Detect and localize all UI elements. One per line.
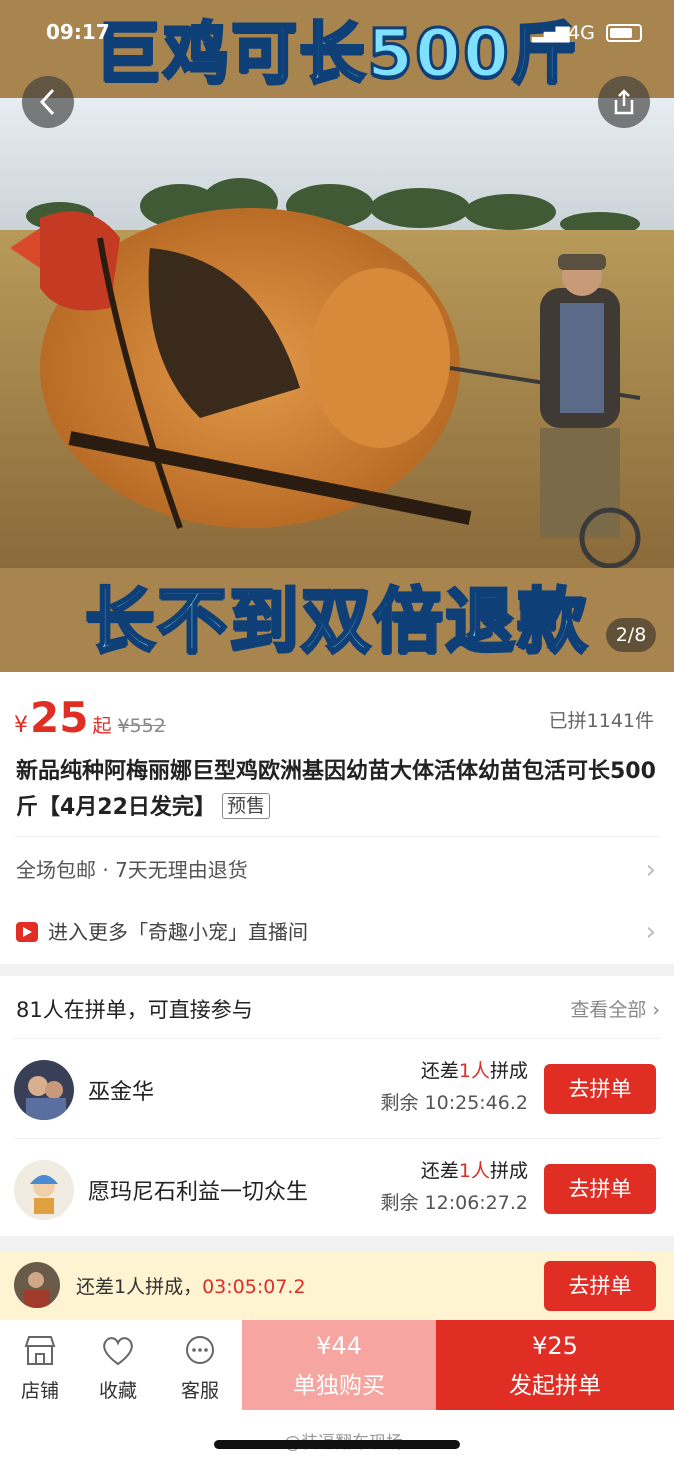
tab-label: 店铺	[20, 1380, 59, 1402]
divider	[14, 1038, 660, 1039]
tab-favorite[interactable]: 收藏	[78, 1320, 158, 1410]
group-buy-section: 81人在拼单，可直接参与 查看全部 › 巫金华 还差1人拼成 剩余 10:25:…	[0, 976, 674, 1236]
signal-icon: ▂▄▆	[532, 22, 570, 43]
chevron-right-icon: ›	[645, 855, 656, 885]
chat-icon	[186, 1336, 214, 1364]
group-price-label: ¥25	[532, 1332, 578, 1360]
bottom-action-bar: 店铺 收藏 客服 ¥44 单独购买 ¥25 发起拼单	[0, 1320, 674, 1410]
product-title: 新品纯种阿梅丽娜巨型鸡欧洲基因幼苗大体活体幼苗包活可长500斤【4月22日发完】…	[16, 754, 656, 826]
network-label: 4G	[568, 22, 595, 44]
join-group-button[interactable]: 去拼单	[544, 1064, 656, 1114]
group-row: 巫金华 还差1人拼成 剩余 10:25:46.2 去拼单	[0, 1040, 674, 1136]
product-photo	[0, 98, 674, 568]
need-count: 还差1人拼成	[421, 1056, 528, 1083]
start-group-button[interactable]: ¥25 发起拼单	[436, 1320, 674, 1410]
headline-bottom-text: 长不到双倍退款	[84, 579, 589, 664]
product-info-card: ¥ 25 起 ¥552 已拼1141件 新品纯种阿梅丽娜巨型鸡欧洲基因幼苗大体活…	[0, 672, 674, 964]
promo-message: 还差1人拼成，03:05:07.2	[76, 1272, 306, 1299]
share-button[interactable]	[598, 76, 650, 128]
tab-service[interactable]: 客服	[160, 1320, 240, 1410]
avatar	[14, 1160, 74, 1220]
tab-label: 客服	[180, 1380, 219, 1402]
need-suffix: 拼成	[489, 1160, 528, 1182]
service-row[interactable]: 全场包邮 · 7天无理由退货 ›	[16, 850, 656, 890]
group-buy-title: 81人在拼单，可直接参与	[16, 998, 253, 1022]
battery-icon	[606, 24, 642, 42]
live-icon	[16, 922, 38, 942]
need-prefix: 还差	[420, 1160, 459, 1182]
live-room-entry[interactable]: 进入更多「奇趣小宠」直播间 ›	[16, 912, 656, 952]
view-all-label: 查看全部	[570, 999, 647, 1021]
avatar	[14, 1262, 60, 1308]
back-button[interactable]	[22, 76, 74, 128]
live-entry-text: 进入更多「奇趣小宠」直播间	[48, 920, 308, 944]
product-image-carousel[interactable]: 巨鸡可长500斤 长不到双倍退款 09:17 ▂▄▆ 4G 2/8	[0, 0, 674, 672]
product-title-text: 新品纯种阿梅丽娜巨型鸡欧洲基因幼苗大体活体幼苗包活可长500斤【4月22日发完】	[16, 759, 656, 820]
home-indicator[interactable]	[214, 1440, 460, 1449]
promo-countdown: 03:05:07.2	[202, 1276, 306, 1298]
product-page: 巨鸡可长500斤 长不到双倍退款 09:17 ▂▄▆ 4G 2/8 ¥ 25 起…	[0, 0, 674, 1459]
group-buy-header: 81人在拼单，可直接参与 查看全部 ›	[16, 990, 660, 1030]
store-icon	[24, 1336, 56, 1365]
remaining-time: 剩余 12:06:27.2	[380, 1192, 528, 1214]
tab-label: 收藏	[98, 1380, 137, 1402]
need-suffix: 拼成	[489, 1060, 528, 1082]
view-all-link[interactable]: 查看全部 ›	[570, 990, 660, 1030]
promo-bar: 还差1人拼成，03:05:07.2 去拼单	[0, 1252, 674, 1320]
price-suffix: 起	[92, 715, 112, 737]
heart-icon	[103, 1337, 133, 1366]
chevron-left-icon	[39, 88, 55, 116]
remaining-time: 剩余 10:25:46.2	[380, 1092, 528, 1114]
group-leader-name: 愿玛尼石利益一切众生	[88, 1180, 309, 1205]
price-row: ¥ 25 起 ¥552	[14, 693, 166, 742]
need-prefix: 还差	[420, 1060, 459, 1082]
join-group-button[interactable]: 去拼单	[544, 1261, 656, 1311]
divider	[14, 1138, 660, 1139]
original-price: ¥552	[117, 715, 166, 737]
currency-symbol: ¥	[14, 713, 28, 738]
chevron-right-icon: ›	[645, 917, 656, 947]
promo-text: 还差1人拼成，	[76, 1276, 203, 1298]
group-leader-name: 巫金华	[88, 1080, 155, 1105]
status-bar: 09:17 ▂▄▆ 4G	[0, 0, 674, 66]
need-count: 还差1人拼成	[421, 1156, 528, 1183]
single-label: 单独购买	[293, 1373, 385, 1399]
need-number: 1人	[458, 1060, 490, 1082]
share-icon	[614, 89, 634, 115]
group-row: 愿玛尼石利益一切众生 还差1人拼成 剩余 12:06:27.2 去拼单	[0, 1140, 674, 1236]
need-number: 1人	[458, 1160, 490, 1182]
sold-count: 已拼1141件	[548, 710, 654, 732]
home-indicator-area: @装逼翻车现场	[0, 1410, 674, 1459]
join-group-button[interactable]: 去拼单	[544, 1164, 656, 1214]
image-counter: 2/8	[606, 618, 656, 652]
tab-store[interactable]: 店铺	[0, 1320, 80, 1410]
presale-tag: 预售	[221, 793, 270, 819]
divider	[14, 836, 660, 837]
avatar	[14, 1060, 74, 1120]
group-price: 25	[30, 693, 89, 742]
service-text: 全场包邮 · 7天无理由退货	[16, 858, 248, 882]
status-time: 09:17	[46, 20, 110, 44]
single-price: ¥44	[316, 1332, 362, 1360]
buy-alone-button[interactable]: ¥44 单独购买	[242, 1320, 436, 1410]
group-label: 发起拼单	[509, 1373, 601, 1399]
